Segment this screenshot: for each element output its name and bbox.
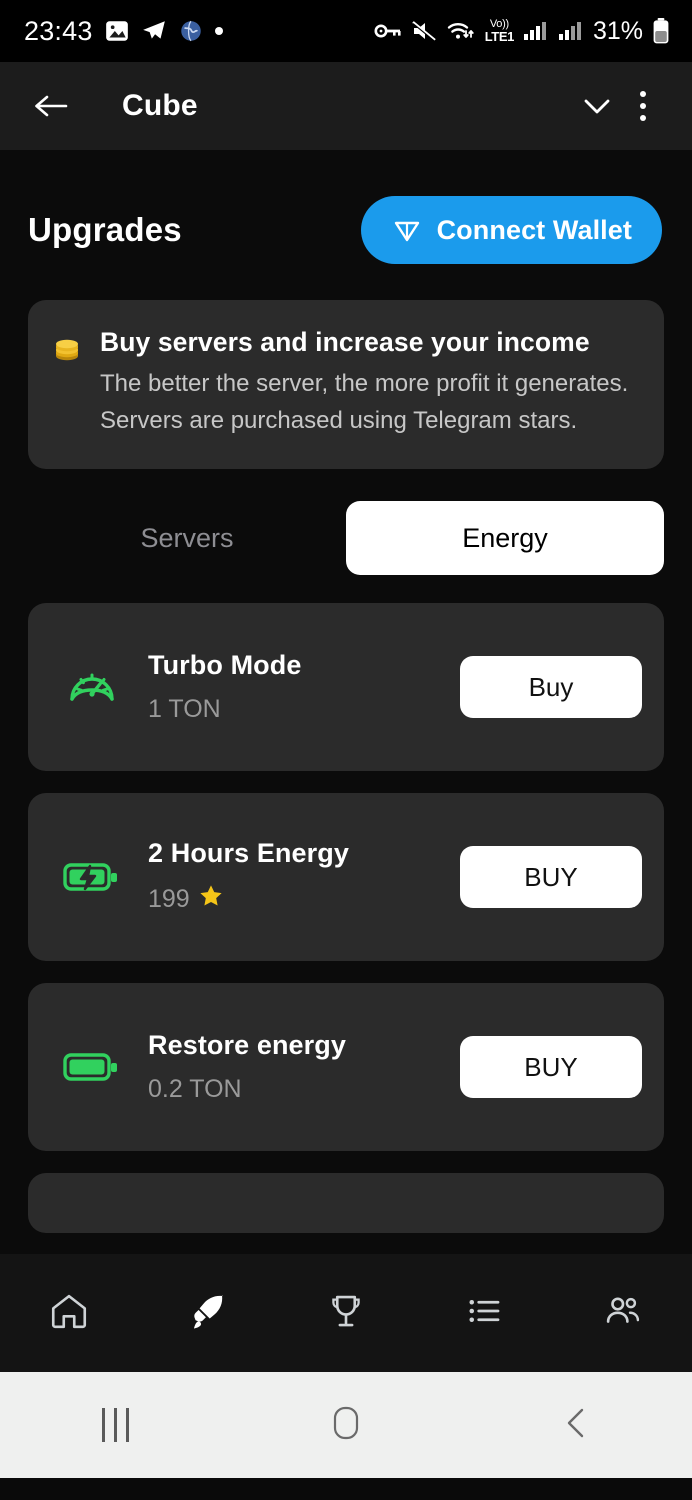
bottom-navigation xyxy=(0,1254,692,1372)
ton-diamond-icon xyxy=(391,213,423,248)
star-icon xyxy=(198,883,224,916)
buy-button[interactable]: BUY xyxy=(460,1036,642,1099)
friends-icon xyxy=(602,1290,644,1337)
list-item[interactable]: 2 Hours Energy 199 BUY xyxy=(28,793,664,962)
list-item-title: Turbo Mode xyxy=(148,650,302,681)
more-vertical-icon[interactable] xyxy=(620,83,666,129)
nav-item-friends[interactable] xyxy=(554,1254,692,1372)
phone-screen: 23:43 Vo)) LTE1 31% Cube Upgrades Connec… xyxy=(0,0,692,1500)
battery-percent: 31% xyxy=(592,16,643,45)
page-header: Upgrades Connect Wallet xyxy=(0,150,692,264)
list-item-title: 2 Hours Energy xyxy=(148,838,349,869)
list-item[interactable]: Turbo Mode 1 TON Buy xyxy=(28,603,664,772)
upgrade-list: Turbo Mode 1 TON Buy 2 Hours Energy 199 … xyxy=(28,603,664,1234)
status-bar-left: 23:43 xyxy=(24,16,223,47)
app-bar: Cube xyxy=(0,62,692,150)
home-icon xyxy=(48,1290,90,1337)
connect-wallet-label: Connect Wallet xyxy=(436,214,632,245)
globe-icon xyxy=(178,18,204,44)
info-card-body: The better the server, the more profit i… xyxy=(100,370,629,434)
photo-icon xyxy=(104,18,130,44)
signal-icon-2 xyxy=(558,19,584,43)
nav-item-upgrades[interactable] xyxy=(138,1254,276,1372)
battery-charging-icon xyxy=(54,858,130,896)
list-item-text: Turbo Mode 1 TON xyxy=(148,650,460,724)
recents-icon[interactable] xyxy=(55,1390,175,1460)
connect-wallet-button[interactable]: Connect Wallet xyxy=(360,196,662,264)
info-card-text: Buy servers and increase your income The… xyxy=(100,326,636,439)
home-square-icon[interactable] xyxy=(286,1390,406,1460)
back-chevron-icon[interactable] xyxy=(517,1390,637,1460)
tab-energy[interactable]: Energy xyxy=(346,501,664,576)
miniapp-content: Upgrades Connect Wallet Buy servers and … xyxy=(0,150,692,1372)
tab-bar: Servers Energy xyxy=(28,501,664,576)
trophy-icon xyxy=(325,1290,367,1337)
signal-icon-1 xyxy=(523,19,549,43)
list-item[interactable]: Restore energy 0.2 TON BUY xyxy=(28,983,664,1152)
list-item-price-value: 199 xyxy=(148,885,190,914)
list-item-price-value: 0.2 TON xyxy=(148,1075,242,1104)
app-title: Cube xyxy=(122,89,198,122)
mute-icon xyxy=(411,19,437,43)
telegram-icon xyxy=(141,18,167,44)
chevron-down-icon[interactable] xyxy=(574,83,620,129)
list-item-price: 0.2 TON xyxy=(148,1075,460,1104)
nav-item-home[interactable] xyxy=(0,1254,138,1372)
status-time: 23:43 xyxy=(24,15,93,46)
tab-servers[interactable]: Servers xyxy=(28,501,346,575)
android-system-bar xyxy=(0,1372,692,1478)
info-card-title: Buy servers and increase your income xyxy=(100,327,590,357)
list-item-text: Restore energy 0.2 TON xyxy=(148,1030,460,1104)
list-item-price-value: 1 TON xyxy=(148,695,221,724)
nav-item-tasks[interactable] xyxy=(415,1254,553,1372)
wifi-icon xyxy=(446,19,476,43)
list-item-title: Restore energy xyxy=(148,1030,346,1061)
battery-full-icon xyxy=(54,1048,130,1086)
buy-button[interactable]: BUY xyxy=(460,846,642,909)
list-item-price: 1 TON xyxy=(148,695,460,724)
status-bar-right: Vo)) LTE1 31% xyxy=(374,17,670,46)
back-arrow-icon[interactable] xyxy=(28,83,74,129)
rocket-icon xyxy=(187,1290,229,1337)
list-item-partial[interactable] xyxy=(28,1173,664,1234)
volte-icon: Vo)) LTE1 xyxy=(484,18,515,44)
buy-button[interactable]: Buy xyxy=(460,656,642,719)
info-card: Buy servers and increase your income The… xyxy=(28,300,664,470)
coin-stack-icon xyxy=(50,332,84,439)
vpn-key-icon xyxy=(374,20,402,42)
status-bar: 23:43 Vo)) LTE1 31% xyxy=(0,0,692,62)
nav-item-leaderboard[interactable] xyxy=(277,1254,415,1372)
list-item-text: 2 Hours Energy 199 xyxy=(148,838,460,916)
battery-icon xyxy=(652,17,670,45)
list-item-price: 199 xyxy=(148,883,460,916)
gauge-icon xyxy=(54,659,130,715)
page-title: Upgrades xyxy=(28,211,182,248)
list-icon xyxy=(463,1290,505,1337)
dot-icon xyxy=(214,27,223,35)
